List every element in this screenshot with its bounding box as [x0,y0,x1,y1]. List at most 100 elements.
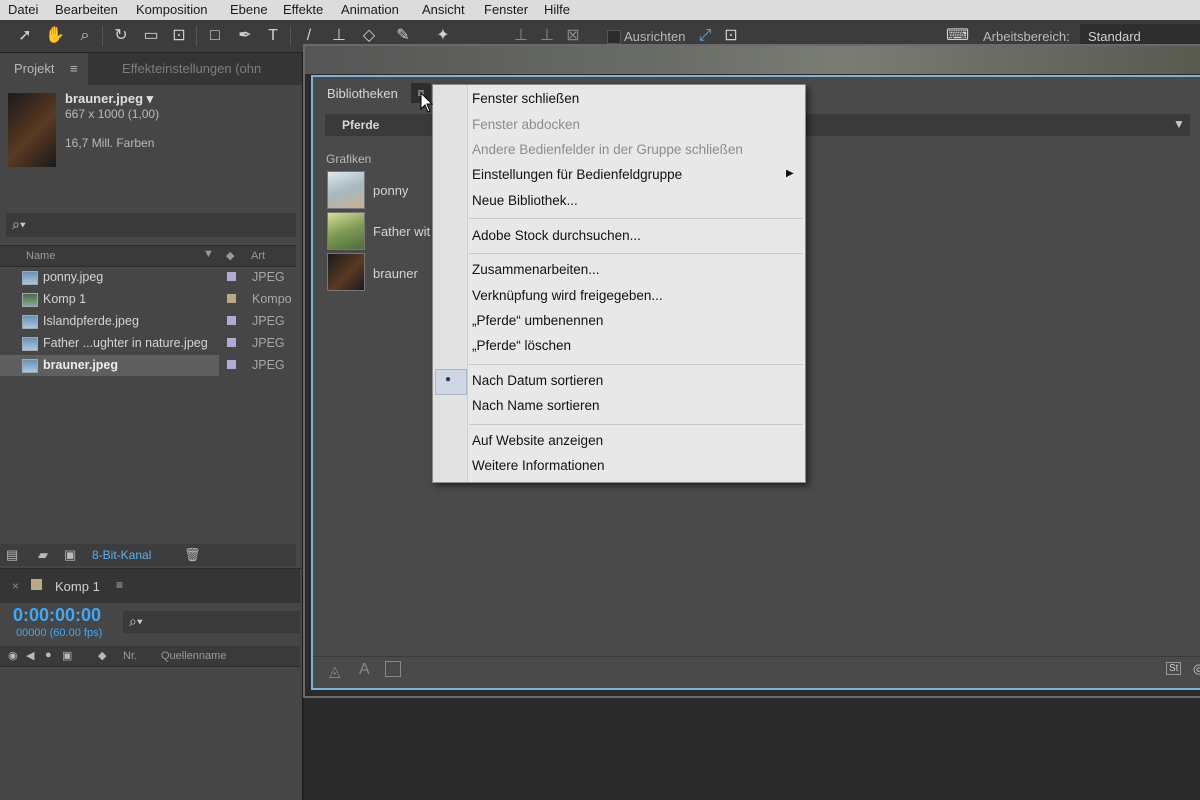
library-item-name[interactable]: brauner [373,266,418,281]
composition-icon [22,293,38,307]
menu-datei[interactable]: Datei [8,2,38,17]
library-item-thumbnail[interactable] [327,253,365,291]
menu-item-collaborate[interactable]: Zusammenarbeiten... [472,262,600,277]
sort-down-icon[interactable]: ▼ [203,248,214,260]
table-row[interactable]: Father ...ughter in nature.jpeg JPEG [0,333,296,354]
libraries-title: Bibliotheken [327,86,398,101]
trash-icon[interactable]: 🗑 [184,547,201,563]
panel-menu-icon[interactable]: ≡ [70,53,78,85]
interpret-footage-icon[interactable]: ▤ [6,547,18,563]
label-tag-icon[interactable]: ◆ [226,249,234,262]
pen-tool-icon[interactable]: ✒ [234,25,256,47]
solo-icon[interactable]: ● [45,649,52,661]
project-footer: ▤ ▰ ▣ 8-Bit-Kanal 🗑 [0,544,296,566]
bit-depth-button[interactable]: 8-Bit-Kanal [92,548,151,562]
menu-item-search-adobe-stock[interactable]: Adobe Stock durchsuchen... [472,228,641,243]
menu-item-sort-by-date[interactable]: Nach Datum sortieren [472,373,603,388]
col-type-header[interactable]: Art [251,250,265,262]
file-name: ponny.jpeg [43,270,104,284]
menu-item-close-window[interactable]: Fenster schließen [472,91,579,106]
add-color-icon[interactable] [385,661,401,677]
col-name-header[interactable]: Name [26,250,55,262]
library-item-name[interactable]: Father wit [373,224,430,239]
radio-checked-icon: ● [445,374,452,385]
floating-window-titlebar[interactable] [305,46,1200,74]
tab-effect-controls[interactable]: Effekteinstellungen (ohn [122,53,261,85]
layer-header: ◉ ◀ ● ▣ ◆ Nr. Quellenname [0,646,300,667]
search-icon: ⌕▾ [12,216,26,232]
table-row[interactable]: Komp 1 Kompo [0,289,296,310]
align-label: Ausrichten [624,29,686,44]
label-swatch[interactable] [227,360,236,369]
selection-tool-icon[interactable]: ➚ [14,25,36,47]
label-swatch[interactable] [227,316,236,325]
menu-hilfe[interactable]: Hilfe [544,2,570,17]
menu-item-view-on-website[interactable]: Auf Website anzeigen [472,433,603,448]
library-item-name[interactable]: ponny [373,183,408,198]
file-name: brauner.jpeg [43,358,119,372]
adobe-stock-icon[interactable]: St [1166,662,1182,675]
menu-item-more-info[interactable]: Weitere Informationen [472,458,605,473]
preview-colors: 16,7 Mill. Farben [65,136,155,150]
file-type: Kompo [252,292,292,306]
menu-item-delete-library[interactable]: „Pferde“ löschen [472,338,571,353]
pan-behind-tool-icon[interactable]: ⊡ [168,25,190,47]
add-graphic-icon[interactable]: ◬ [329,662,341,680]
image-file-icon [22,337,38,351]
lock-icon[interactable]: ▣ [62,649,72,662]
eye-icon[interactable]: ◉ [8,649,18,662]
project-panel: Projekt ≡ Effekteinstellungen (ohn braun… [0,53,304,568]
label-swatch[interactable] [227,272,236,281]
image-file-icon [22,315,38,329]
new-composition-icon[interactable]: ▣ [64,547,76,563]
preview-filename[interactable]: brauner.jpeg ▾ [65,91,153,107]
menu-gutter [433,85,468,482]
project-search-input[interactable]: ⌕▾ [6,213,296,237]
close-icon[interactable]: × [12,579,19,593]
tab-project[interactable]: Projekt ≡ [0,53,88,85]
col-source-header[interactable]: Quellenname [161,650,226,662]
menu-bearbeiten[interactable]: Bearbeiten [55,2,118,17]
menu-fenster[interactable]: Fenster [484,2,528,17]
image-file-icon [22,359,38,373]
cloud-sync-icon[interactable]: ◎ [1193,661,1200,677]
section-grafiken: Grafiken [326,152,372,166]
zoom-tool-icon[interactable]: ⌕ [74,25,96,47]
menubar: Datei Bearbeiten Komposition Ebene Effek… [0,0,1200,20]
library-item-thumbnail[interactable] [327,212,365,250]
menu-item-rename-library[interactable]: „Pferde“ umbenennen [472,313,603,328]
table-row[interactable]: ponny.jpeg JPEG [0,267,296,288]
menu-item-share-link[interactable]: Verknüpfung wird freigegeben... [472,288,663,303]
file-type: JPEG [252,358,285,372]
new-folder-icon[interactable]: ▰ [38,547,48,563]
timeline-search-input[interactable]: ⌕▾ [123,611,300,633]
text-tool-icon[interactable]: T [262,25,284,47]
timecode-display[interactable]: 0:00:00:00 [13,605,101,626]
table-row-selected[interactable]: brauner.jpeg JPEG [0,355,296,376]
menu-ansicht[interactable]: Ansicht [422,2,465,17]
label-tag-icon[interactable]: ◆ [98,649,106,662]
label-swatch[interactable] [227,294,236,303]
menu-animation[interactable]: Animation [341,2,399,17]
hand-tool-icon[interactable]: ✋ [44,25,66,47]
add-text-icon[interactable]: A [359,661,370,679]
camera-tool-icon[interactable]: ▭ [140,25,162,47]
tab-komp-1[interactable]: Komp 1 [55,579,100,594]
label-swatch[interactable] [227,338,236,347]
rectangle-tool-icon[interactable]: □ [204,25,226,47]
align-checkbox[interactable] [607,30,621,44]
panel-menu-icon[interactable]: ≡ [116,578,123,592]
file-type: JPEG [252,314,285,328]
menu-effekte[interactable]: Effekte [283,2,323,17]
audio-icon[interactable]: ◀ [26,649,34,662]
rotate-tool-icon[interactable]: ↻ [110,25,132,47]
menu-item-new-library[interactable]: Neue Bibliothek... [472,193,578,208]
menu-komposition[interactable]: Komposition [136,2,208,17]
menu-item-sort-by-name[interactable]: Nach Name sortieren [472,398,600,413]
menu-item-panel-group-settings[interactable]: Einstellungen für Bedienfeldgruppe [472,167,682,182]
table-row[interactable]: Islandpferde.jpeg JPEG [0,311,296,332]
library-item-thumbnail[interactable] [327,171,365,209]
menu-separator [469,364,803,365]
libraries-footer-divider [313,656,1200,657]
menu-ebene[interactable]: Ebene [230,2,268,17]
